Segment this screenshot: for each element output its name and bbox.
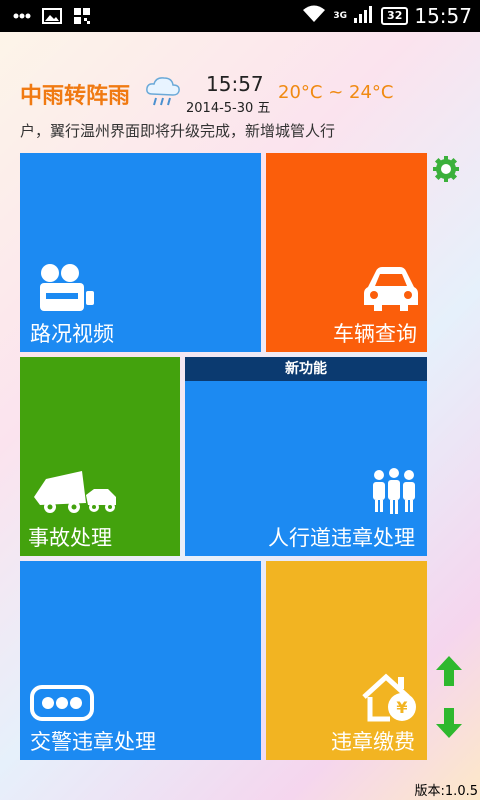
status-time: 15:57 <box>414 4 472 28</box>
weather-clock: 15:57 <box>206 72 264 96</box>
traffic-light-icon <box>30 685 94 725</box>
tile-vehicle-query[interactable]: 车辆查询 <box>266 153 427 352</box>
weather-date: 2014-5-30 五 <box>186 101 271 116</box>
tile-police-violation-label: 交警违章处理 <box>30 730 156 754</box>
accident-truck-icon <box>30 469 120 519</box>
version-label: 版本:1.0.5 <box>414 784 478 799</box>
tile-fine-payment[interactable]: ¥ 违章缴费 <box>266 561 427 760</box>
svg-text:¥: ¥ <box>396 698 407 717</box>
tile-pedestrian-violation[interactable]: 新功能 人行道违章处理 <box>185 357 427 556</box>
wifi-icon <box>301 4 327 28</box>
battery-indicator: 32 <box>381 7 409 25</box>
signal-icon <box>353 4 375 28</box>
tile-pedestrian-violation-label: 人行道违章处理 <box>268 526 415 550</box>
arrow-up-icon[interactable] <box>434 654 464 688</box>
settings-gear-icon[interactable] <box>432 155 460 183</box>
weather-condition: 中雨转阵雨 <box>20 84 131 109</box>
rain-cloud-icon <box>144 74 182 108</box>
weather-temperature: 20°C ~ 24°C <box>278 82 394 103</box>
tile-police-violation[interactable]: 交警违章处理 <box>20 561 261 760</box>
notice-marquee[interactable]: 户，翼行温州界面即将升级完成，新增城管人行 <box>20 120 480 141</box>
menu-icon <box>12 7 32 25</box>
tile-accident-label: 事故处理 <box>28 526 112 550</box>
tile-fine-payment-label: 违章缴费 <box>331 730 415 754</box>
tile-accident[interactable]: 事故处理 <box>20 357 180 556</box>
house-yuan-icon: ¥ <box>362 673 420 727</box>
video-camera-icon <box>36 263 100 317</box>
people-group-icon <box>371 467 417 519</box>
car-icon <box>362 265 420 317</box>
network-3g-icon: 3G <box>333 11 348 21</box>
status-bar: 3G 32 15:57 <box>0 0 480 32</box>
new-feature-banner: 新功能 <box>185 357 427 381</box>
arrow-down-icon[interactable] <box>434 706 464 740</box>
image-notification-icon <box>42 7 62 25</box>
tile-road-video-label: 路况视频 <box>30 322 114 346</box>
tile-vehicle-query-label: 车辆查询 <box>333 322 417 346</box>
tile-road-video[interactable]: 路况视频 <box>20 153 261 352</box>
qr-code-icon <box>72 7 92 25</box>
